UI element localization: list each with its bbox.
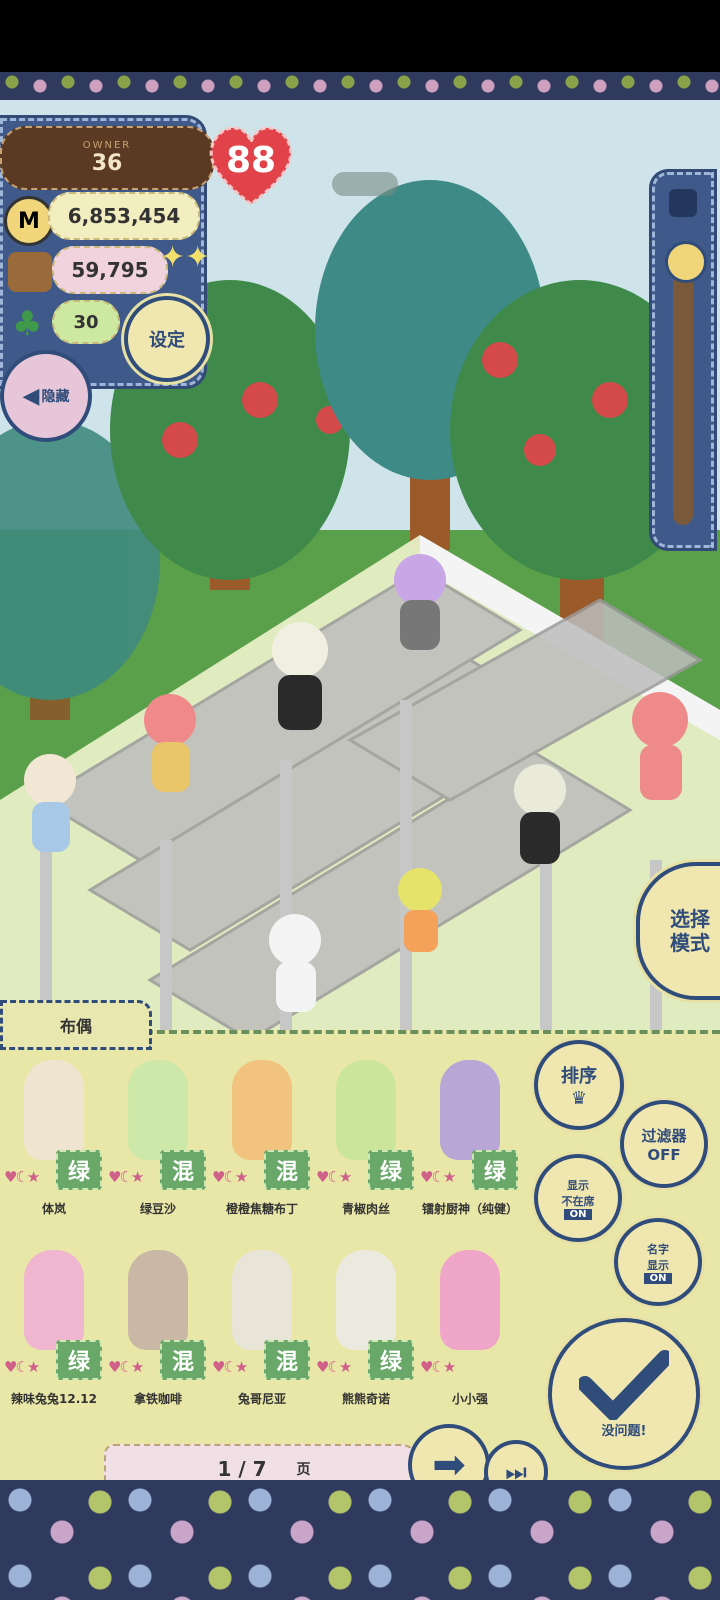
- chef-hat-icon: ♛: [570, 1087, 588, 1109]
- coin-icon: M: [4, 196, 54, 246]
- doll-card[interactable]: ♥☾★ 小小强: [420, 1240, 520, 1420]
- doll-figure: [232, 1250, 292, 1350]
- heart-counter[interactable]: 88: [204, 116, 298, 210]
- coin-counter: 6,853,454: [48, 192, 200, 240]
- heart-value: 88: [225, 140, 277, 181]
- mode-label-line1: 选择: [670, 907, 710, 931]
- game-scene[interactable]: OWNER 36 88 M 6,853,454 59,795 ✦✦ ♣ 30 设…: [0, 100, 720, 1030]
- show-name-state: ON: [643, 1272, 673, 1284]
- food-counter: 59,795: [52, 246, 168, 294]
- filter-label: 过滤器: [641, 1126, 687, 1145]
- page-text: 1 / 7: [217, 1457, 267, 1481]
- doll-figure: [24, 1060, 84, 1160]
- ok-button[interactable]: 没问题!: [548, 1318, 700, 1470]
- doll-house-tag: 混: [160, 1150, 206, 1190]
- show-absent-line1: 显示: [567, 1178, 589, 1192]
- doll-card[interactable]: ♥☾★ 混橙橙焦糖布丁: [212, 1050, 312, 1230]
- doll-figure: [336, 1060, 396, 1160]
- doll-figure: [24, 1250, 84, 1350]
- doll-house-tag: 绿: [368, 1340, 414, 1380]
- zoom-track[interactable]: [673, 245, 693, 525]
- clover-icon: ♣: [12, 304, 43, 344]
- doll-house-tag: 绿: [472, 1150, 518, 1190]
- filter-state: OFF: [647, 1145, 681, 1164]
- show-absent-toggle[interactable]: 显示 不在席 ON: [534, 1154, 622, 1242]
- sort-label: 排序: [561, 1065, 597, 1087]
- sort-button[interactable]: 排序 ♛: [534, 1040, 624, 1130]
- doll-name: 拿铁咖啡: [133, 1392, 182, 1406]
- doll-name: 绿豆沙: [139, 1202, 176, 1216]
- doll-name: 镭射厨神（纯健）: [421, 1202, 518, 1216]
- sparkle-icon: ✦✦: [160, 240, 211, 275]
- hide-label: 隐藏: [41, 389, 70, 405]
- mode-label-line2: 模式: [670, 931, 710, 955]
- settings-button[interactable]: 设定: [124, 296, 210, 382]
- doll-name: 青椒肉丝: [341, 1202, 390, 1216]
- doll-figure: [440, 1060, 500, 1160]
- zoom-handle[interactable]: [665, 241, 707, 283]
- show-name-line2: 显示: [647, 1258, 669, 1272]
- doll-figure: [232, 1060, 292, 1160]
- show-name-toggle[interactable]: 名字 显示 ON: [614, 1218, 702, 1306]
- building-icon: [669, 189, 697, 217]
- owner-level: 36: [91, 151, 123, 176]
- doll-card[interactable]: ♥☾★ 绿熊熊奇诺: [316, 1240, 416, 1420]
- attribute-icons: ♥☾★: [420, 1358, 456, 1376]
- doll-card[interactable]: ♥☾★ 混兔哥尼亚: [212, 1240, 312, 1420]
- status-bar: [0, 0, 720, 72]
- doll-house-tag: 绿: [56, 1150, 102, 1190]
- doll-card[interactable]: ♥☾★ 绿辣味兔兔12.12: [4, 1240, 104, 1420]
- doll-name: 橙橙焦糖布丁: [225, 1202, 298, 1216]
- doll-name: 小小强: [451, 1392, 488, 1406]
- doll-card[interactable]: ♥☾★ 绿镭射厨神（纯健）: [420, 1050, 520, 1230]
- show-absent-line2: 不在席: [561, 1194, 595, 1208]
- clover-counter: 30: [52, 300, 120, 344]
- ok-label: 没问题!: [601, 1423, 647, 1439]
- doll-grid: ♥☾★ 绿体岚 ♥☾★ 混绿豆沙 ♥☾★ 混橙橙焦糖布丁 ♥☾★ 绿青椒肉丝 ♥☾★ 绿镭射厨神（…: [0, 1050, 530, 1420]
- doll-figure: [128, 1250, 188, 1350]
- doll-card[interactable]: ♥☾★ 绿体岚: [4, 1050, 104, 1230]
- doll-house-tag: 混: [160, 1340, 206, 1380]
- doll-card[interactable]: ♥☾★ 混拿铁咖啡: [108, 1240, 208, 1420]
- food-basket-icon: [8, 252, 52, 292]
- star-border-top: [0, 72, 720, 102]
- doll-figure: [440, 1250, 500, 1350]
- show-absent-state: ON: [563, 1208, 593, 1220]
- filter-button[interactable]: 过滤器 OFF: [620, 1100, 708, 1188]
- hide-button[interactable]: ◀ 隐藏: [0, 350, 92, 442]
- doll-figure: [128, 1060, 188, 1160]
- screenshot-pill: [332, 172, 398, 196]
- zoom-slider[interactable]: [652, 172, 714, 548]
- doll-house-tag: 混: [264, 1340, 310, 1380]
- show-name-line1: 名字: [647, 1242, 669, 1256]
- checkmark-icon: [579, 1349, 669, 1420]
- doll-house-tag: 绿: [368, 1150, 414, 1190]
- doll-name: 熊熊奇诺: [341, 1392, 390, 1406]
- settings-label: 设定: [149, 330, 185, 351]
- doll-card[interactable]: ♥☾★ 绿青椒肉丝: [316, 1050, 416, 1230]
- owner-label: OWNER: [82, 140, 132, 151]
- doll-name: 兔哥尼亚: [237, 1392, 286, 1406]
- doll-name: 辣味兔兔12.12: [11, 1392, 97, 1406]
- category-tab[interactable]: 布偶: [0, 1000, 152, 1050]
- owner-badge: OWNER 36: [0, 126, 214, 190]
- doll-card[interactable]: ♥☾★ 混绿豆沙: [108, 1050, 208, 1230]
- doll-name: 体岚: [41, 1202, 66, 1216]
- star-border-bottom: [0, 1480, 720, 1600]
- page-unit: 页: [296, 1462, 311, 1478]
- arrow-left-icon: ◀: [22, 383, 40, 409]
- doll-house-tag: 绿: [56, 1340, 102, 1380]
- doll-house-tag: 混: [264, 1150, 310, 1190]
- doll-figure: [336, 1250, 396, 1350]
